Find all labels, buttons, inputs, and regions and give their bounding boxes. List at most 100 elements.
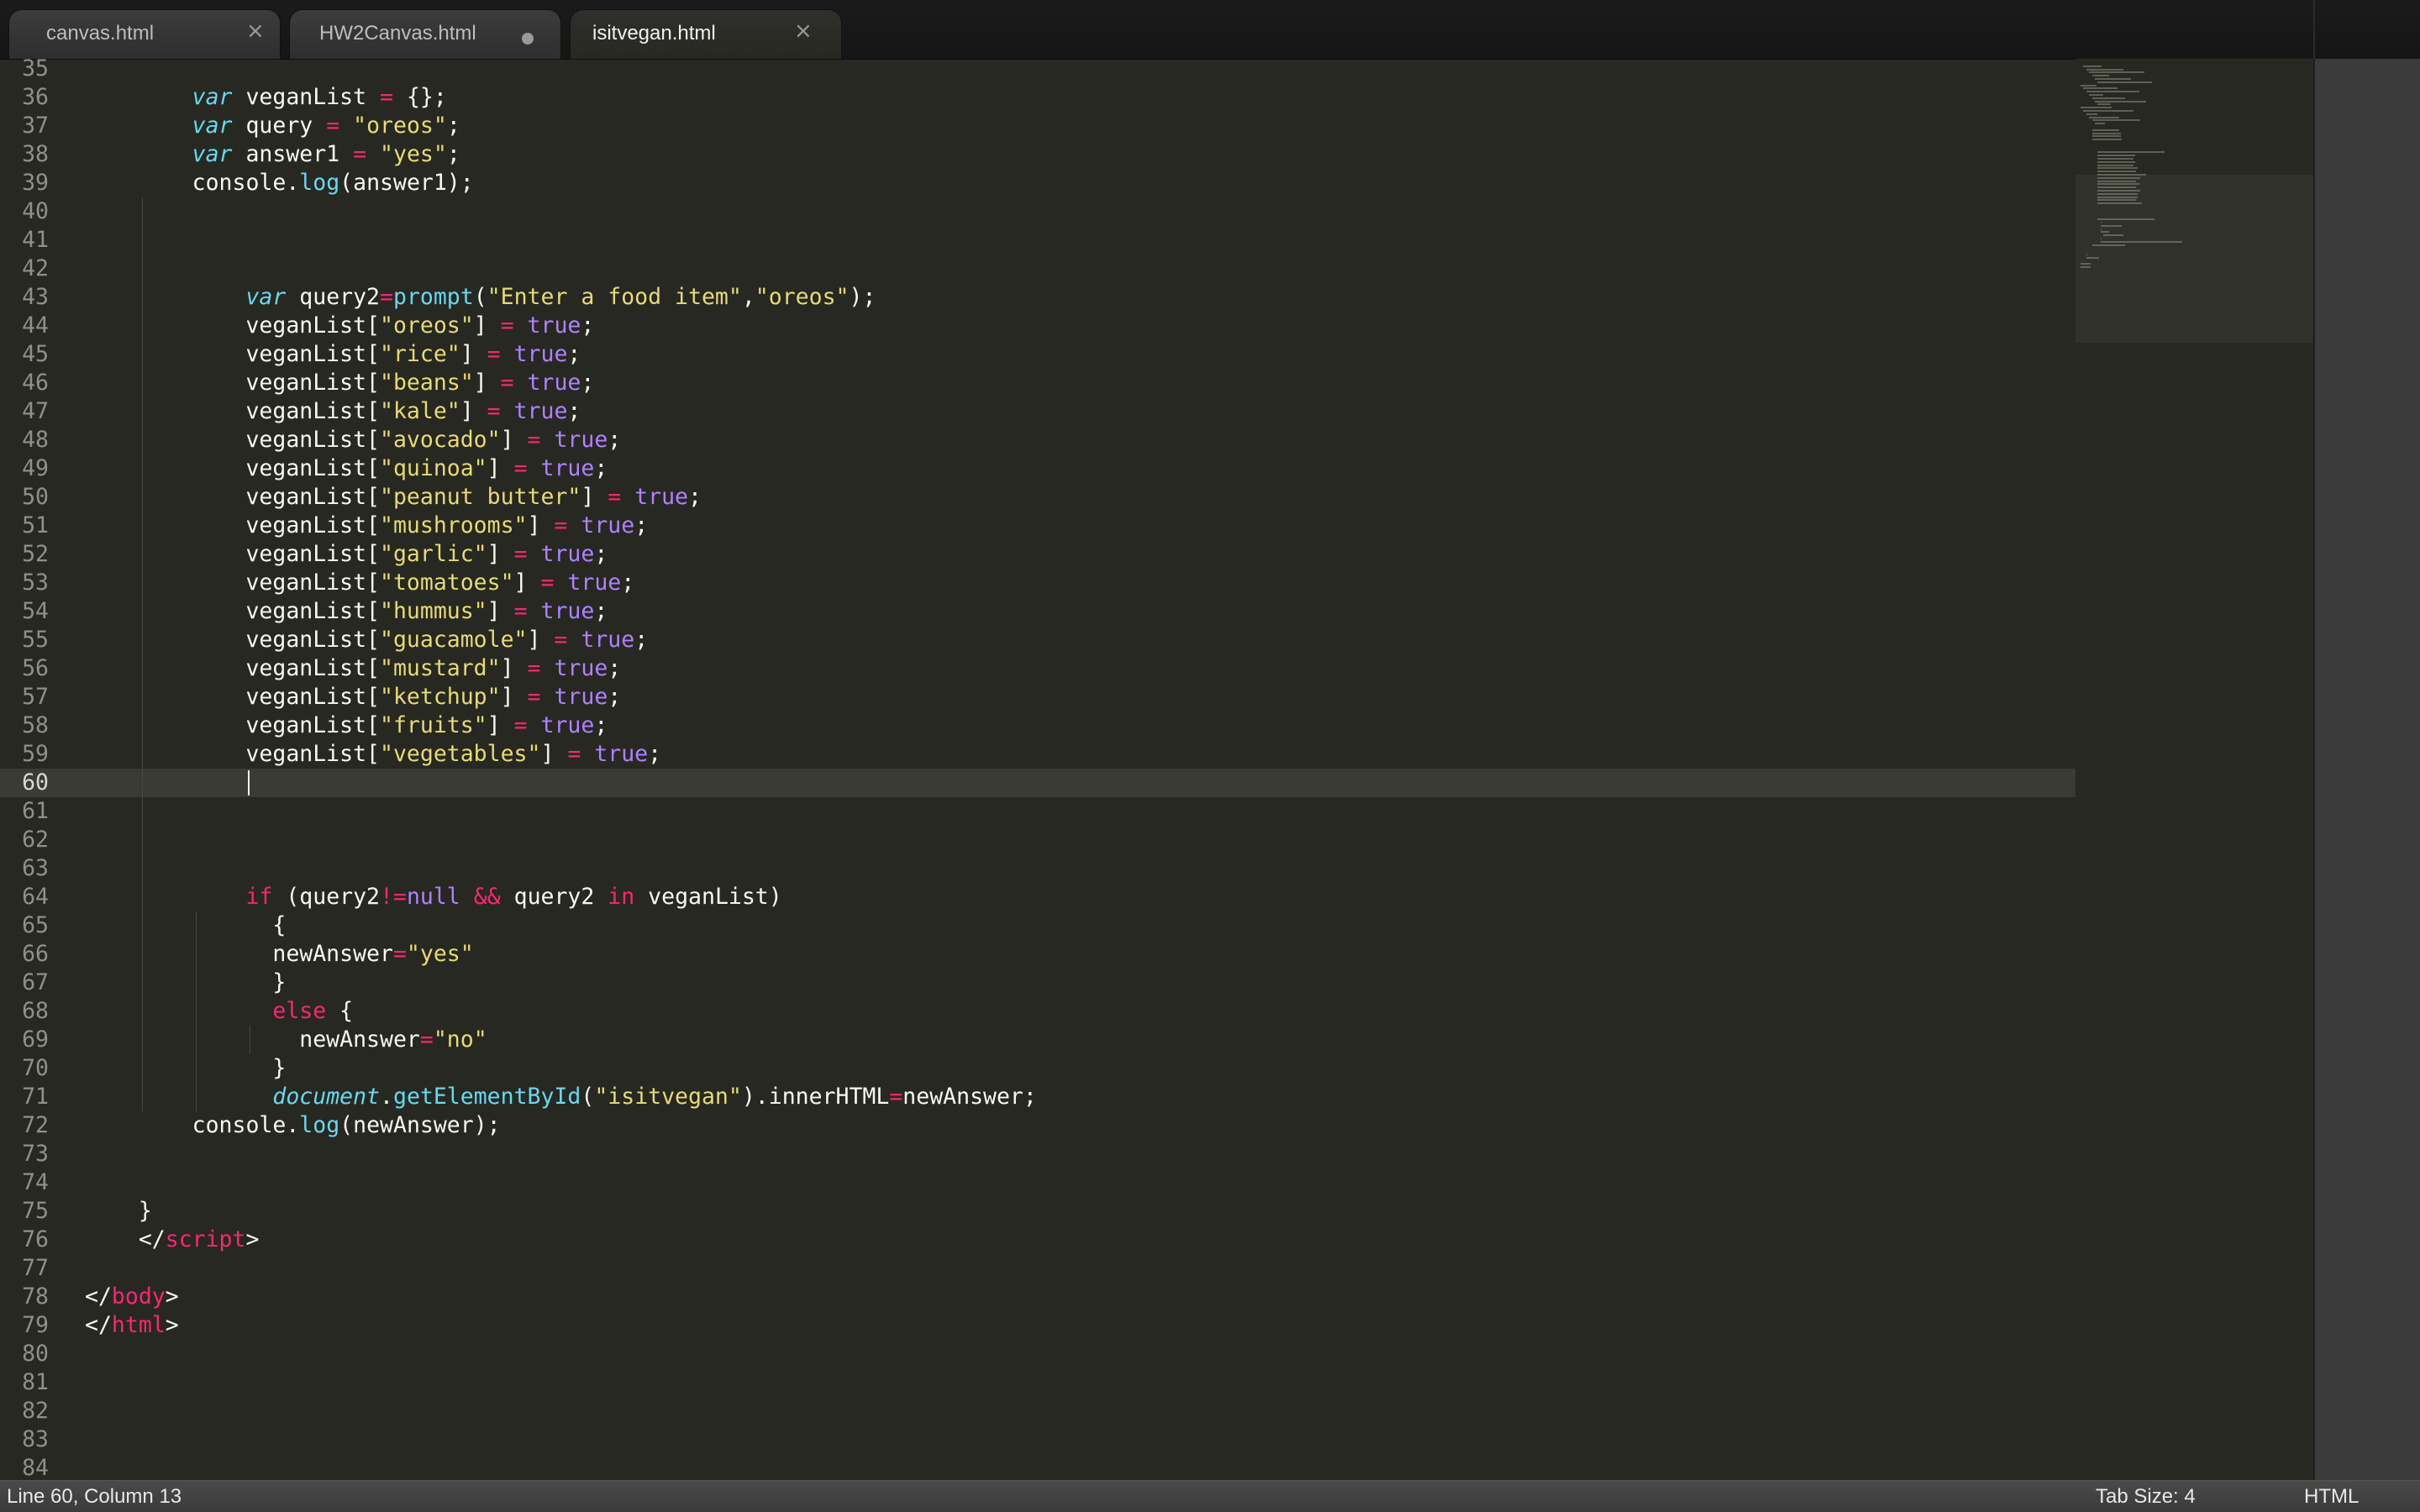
code-line[interactable]: 64 if (query2!=null && query2 in veganLi… [0,883,2075,911]
tab-size-selector[interactable]: Tab Size: 4 [2096,1485,2196,1509]
code-line[interactable]: 82 [0,1397,2075,1425]
code-line[interactable]: 73 [0,1140,2075,1168]
code-line[interactable]: 68 else { [0,997,2075,1026]
code-line[interactable]: 78 </body> [0,1283,2075,1311]
line-number: 38 [22,141,49,167]
code-line[interactable]: 81 [0,1368,2075,1397]
code-line[interactable]: 37 var query = "oreos"; [0,112,2075,140]
minimap-line [2091,132,2121,134]
code-token: veganList[ [85,655,380,681]
tab-isitvegan-html[interactable]: isitvegan.html × [570,9,842,59]
code-line[interactable]: 40 [0,197,2075,226]
unsaved-dot-icon[interactable] [522,33,534,45]
indent-guide [142,283,143,312]
code-token: ] [473,370,501,396]
indent-guide [142,854,143,883]
minimap-line [2100,222,2102,223]
code-line[interactable]: 60 [0,769,2075,797]
code-editor[interactable]: 35 36 var veganList = {}; 37 var query = "… [0,59,2075,1480]
tab-canvas-html[interactable]: canvas.html × [8,9,281,59]
code-token: true [540,455,595,481]
code-line[interactable]: 43 var query2=prompt("Enter a food item"… [0,283,2075,312]
code-line[interactable]: 76 </script> [0,1226,2075,1254]
code-token: var [192,84,233,110]
line-number: 49 [22,455,49,481]
code-line[interactable]: 83 [0,1425,2075,1454]
code-text: veganList["fruits"] = true; [85,711,608,740]
code-line[interactable]: 52 veganList["garlic"] = true; [0,540,2075,569]
code-token: ] [500,427,528,453]
code-line[interactable]: 74 [0,1168,2075,1197]
code-token: (query2 [272,884,381,910]
code-line[interactable]: 80 [0,1340,2075,1368]
code-line[interactable]: 70 } [0,1054,2075,1083]
line-number: 65 [22,912,49,938]
code-line[interactable]: 53 veganList["tomatoes"] = true; [0,569,2075,597]
code-line[interactable]: 48 veganList["avocado"] = true; [0,426,2075,454]
code-line[interactable]: 84 [0,1454,2075,1480]
code-line[interactable]: 58 veganList["fruits"] = true; [0,711,2075,740]
minimap[interactable] [2075,59,2313,1480]
code-token: = [513,455,528,481]
sublime-text-window: canvas.html × HW2Canvas.html isitvegan.h… [0,0,2420,1512]
code-line[interactable]: 63 [0,854,2075,883]
code-line[interactable]: 66 newAnswer="yes" [0,940,2075,969]
line-number: 52 [22,541,49,567]
code-line[interactable]: 41 [0,226,2075,255]
code-line[interactable]: 55 veganList["guacamole"] = true; [0,626,2075,654]
code-line[interactable]: 57 veganList["ketchup"] = true; [0,683,2075,711]
code-line[interactable]: 35 [0,59,2075,83]
code-line[interactable]: 54 veganList["hummus"] = true; [0,597,2075,626]
code-line[interactable]: 65 { [0,911,2075,940]
code-line[interactable]: 59 veganList["vegetables"] = true; [0,740,2075,769]
code-text: </html> [85,1311,179,1340]
line-number: 64 [22,884,49,910]
code-line[interactable]: 42 [0,255,2075,283]
minimap-line [2091,129,2119,131]
minimap-line [2083,65,2102,67]
code-line[interactable]: 50 veganList["peanut butter"] = true; [0,483,2075,512]
sidebar-panel [2313,59,2420,1480]
code-token: = [326,113,340,139]
code-line[interactable]: 49 veganList["quinoa"] = true; [0,454,2075,483]
code-line[interactable]: 51 veganList["mushrooms"] = true; [0,512,2075,540]
code-line[interactable]: 46 veganList["beans"] = true; [0,369,2075,397]
line-number: 80 [22,1341,49,1367]
code-line[interactable]: 67 } [0,969,2075,997]
code-line[interactable]: 62 [0,826,2075,854]
minimap-line [2097,202,2143,205]
code-line[interactable]: 79 </html> [0,1311,2075,1340]
code-token: ; [446,141,460,167]
code-line[interactable]: 61 [0,797,2075,826]
syntax-selector[interactable]: HTML [2304,1485,2359,1509]
line-number: 70 [22,1055,49,1081]
code-token: ).innerHTML [741,1084,890,1110]
code-token: true [540,541,595,567]
code-line[interactable]: 56 veganList["mustard"] = true; [0,654,2075,683]
code-line[interactable]: 44 veganList["oreos"] = true; [0,312,2075,340]
close-icon[interactable]: × [794,18,813,44]
close-icon[interactable]: × [246,18,265,44]
status-bar: Line 60, Column 13 Tab Size: 4 HTML [0,1480,2420,1512]
code-line[interactable]: 69 newAnswer="no" [0,1026,2075,1054]
code-token: "yes" [380,141,447,167]
code-token: true [554,655,608,681]
code-line[interactable]: 36 var veganList = {}; [0,83,2075,112]
code-line[interactable]: 71 document.getElementById("isitvegan").… [0,1083,2075,1111]
code-line[interactable]: 47 veganList["kale"] = true; [0,397,2075,426]
line-number: 84 [22,1455,49,1480]
tab-label: canvas.html [46,22,155,45]
code-line[interactable]: 77 [0,1254,2075,1283]
code-line[interactable]: 72 console.log(newAnswer); [0,1111,2075,1140]
tab-hw2canvas-html[interactable]: HW2Canvas.html [289,9,561,59]
code-line[interactable]: 45 veganList["rice"] = true; [0,340,2075,369]
code-line[interactable]: 39 console.log(answer1); [0,169,2075,197]
code-line[interactable]: 75 } [0,1197,2075,1226]
minimap-line [2097,190,2141,192]
code-token: "mushrooms" [380,512,528,538]
code-line[interactable]: 38 var answer1 = "yes"; [0,140,2075,169]
